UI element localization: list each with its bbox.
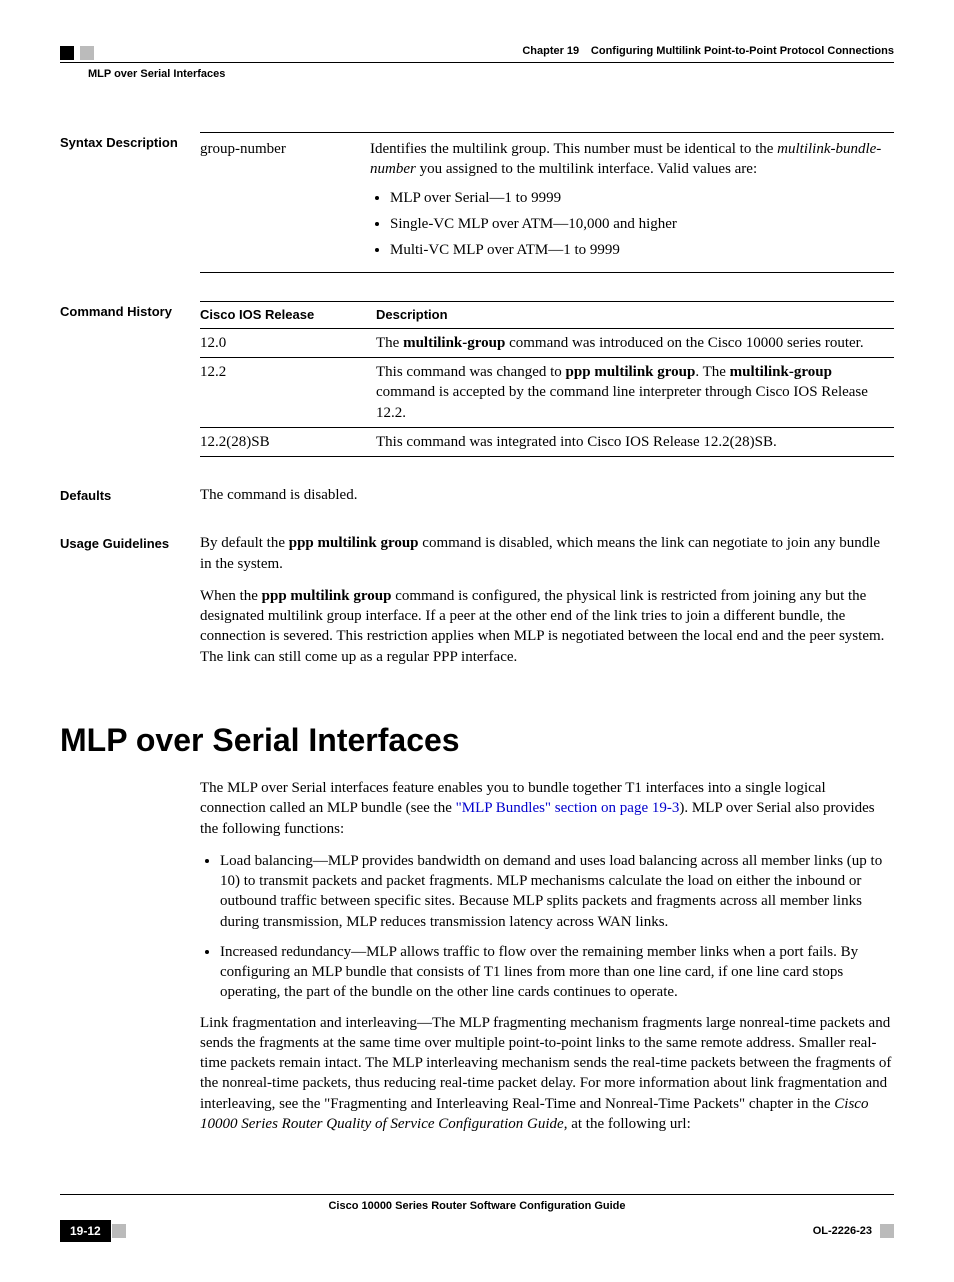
history-release: 12.0 [200,328,376,357]
footer-marker [112,1224,126,1238]
history-col-release: Cisco IOS Release [200,302,376,329]
page-title: MLP over Serial Interfaces [60,719,894,762]
table-row: 12.2(28)SB This command was integrated i… [200,427,894,456]
syntax-param: group-number [200,139,370,266]
list-item: Increased redundancy—MLP allows traffic … [220,942,894,1003]
history-desc: The multilink-group command was introduc… [376,328,894,357]
syntax-description: Identifies the multilink group. This num… [370,139,894,266]
list-item: Load balancing—MLP provides bandwidth on… [220,851,894,932]
feature-bullets: Load balancing—MLP provides bandwidth on… [200,851,894,1003]
footer-left: 19-12 [60,1220,126,1242]
body-content: The MLP over Serial interfaces feature e… [200,778,894,1134]
syntax-bullet: MLP over Serial—1 to 9999 [390,188,894,208]
syntax-description-section: Syntax Description group-number Identifi… [60,132,894,273]
syntax-desc-post: you assigned to the multilink interface.… [416,161,757,177]
chapter-number: Chapter 19 [522,45,579,57]
intro-para: The MLP over Serial interfaces feature e… [200,778,894,839]
table-row: 12.0 The multilink-group command was int… [200,328,894,357]
history-col-desc: Description [376,302,894,329]
table-row: 12.2 This command was changed to ppp mul… [200,358,894,428]
history-desc: This command was integrated into Cisco I… [376,427,894,456]
usage-para-1: By default the ppp multilink group comma… [200,533,894,574]
command-history-section: Command History Cisco IOS Release Descri… [60,301,894,457]
footer-right: OL-2226-23 [813,1224,894,1239]
history-desc: This command was changed to ppp multilin… [376,358,894,428]
syntax-label: Syntax Description [60,132,200,273]
chapter-heading: Chapter 19 Configuring Multilink Point-t… [522,40,894,60]
syntax-desc-pre: Identifies the multilink group. This num… [370,141,777,157]
footer-marker [880,1224,894,1238]
breadcrumb: MLP over Serial Interfaces [88,67,894,82]
cross-ref-link[interactable]: "MLP Bundles" section on page 19-3 [456,800,680,816]
usage-para-2: When the ppp multilink group command is … [200,586,894,667]
syntax-bullet: Single-VC MLP over ATM—10,000 and higher [390,214,894,234]
chapter-title: Configuring Multilink Point-to-Point Pro… [591,45,894,57]
history-release: 12.2 [200,358,376,428]
page-header: Chapter 19 Configuring Multilink Point-t… [60,40,894,63]
defaults-section: Defaults The command is disabled. [60,485,894,505]
defaults-label: Defaults [60,485,200,505]
header-marker-light [80,46,94,60]
syntax-bullet: Multi-VC MLP over ATM—1 to 9999 [390,240,894,260]
syntax-bullets: MLP over Serial—1 to 9999 Single-VC MLP … [370,188,894,261]
header-marker-dark [60,46,74,60]
history-release: 12.2(28)SB [200,427,376,456]
usage-label: Usage Guidelines [60,533,200,679]
page-number: 19-12 [60,1220,111,1242]
fragmentation-para: Link fragmentation and interleaving—The … [200,1013,894,1135]
history-label: Command History [60,301,200,457]
history-table: Cisco IOS Release Description 12.0 The m… [200,301,894,457]
doc-number: OL-2226-23 [813,1224,872,1239]
defaults-text: The command is disabled. [200,485,894,505]
usage-guidelines-section: Usage Guidelines By default the ppp mult… [60,533,894,679]
footer-doc-title: Cisco 10000 Series Router Software Confi… [60,1199,894,1214]
